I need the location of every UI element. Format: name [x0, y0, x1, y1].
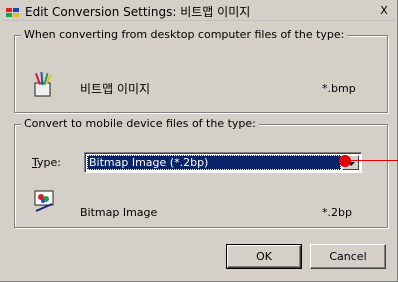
dialog-window: Edit Conversion Settings: 비트맵 이미지 X When…	[0, 0, 398, 282]
ok-button[interactable]: OK	[227, 245, 301, 268]
title-bar[interactable]: Edit Conversion Settings: 비트맵 이미지 X	[2, 2, 395, 21]
close-icon: X	[380, 4, 388, 17]
mobile-bitmap-icon	[32, 188, 58, 214]
mobile-file-type-name: Bitmap Image	[80, 206, 158, 219]
type-label: Type:	[32, 156, 61, 169]
annotation-leader-line	[348, 160, 398, 161]
mobile-group-legend: Convert to mobile device files of the ty…	[21, 117, 259, 130]
window-title: Edit Conversion Settings: 비트맵 이미지	[25, 4, 251, 19]
type-label-rest: ype:	[37, 156, 61, 169]
app-icon	[5, 4, 21, 18]
close-button[interactable]: X	[377, 4, 391, 18]
ok-button-frame: OK	[226, 244, 302, 269]
cancel-button[interactable]: Cancel	[310, 244, 386, 269]
bitmap-paint-icon	[31, 71, 57, 97]
type-select[interactable]: Bitmap Image (*.2bp)	[84, 152, 362, 173]
type-select-value: Bitmap Image (*.2bp)	[87, 155, 341, 170]
desktop-group-legend: When converting from desktop computer fi…	[21, 28, 348, 41]
desktop-file-type-name: 비트맵 이미지	[80, 82, 151, 96]
mobile-extension: *.2bp	[322, 206, 352, 219]
desktop-extension: *.bmp	[322, 82, 356, 95]
desktop-file-type-group: When converting from desktop computer fi…	[14, 28, 388, 113]
annotation-marker-dot	[339, 155, 351, 167]
